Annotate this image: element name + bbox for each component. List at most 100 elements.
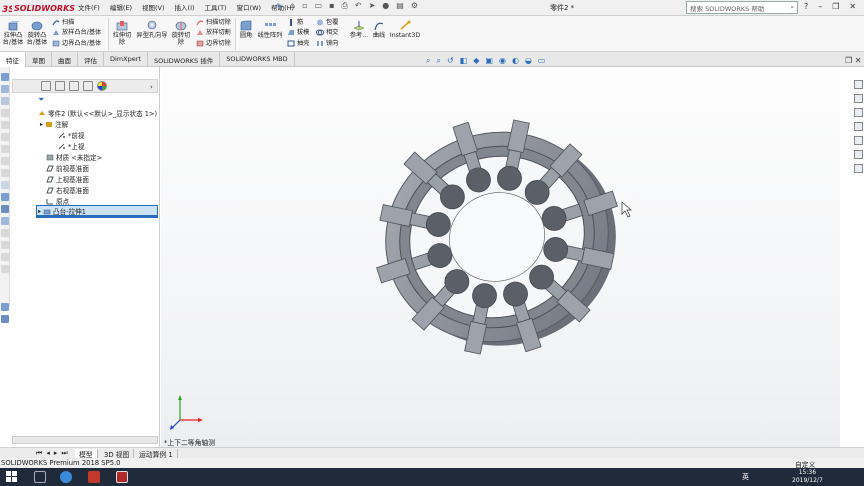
expand-arrow-icon[interactable]: ▸ [40, 121, 43, 128]
save-icon[interactable]: ▪ [329, 1, 334, 11]
scenes-icon[interactable]: ◒ [525, 56, 532, 66]
solidworks-taskbar-icon[interactable] [116, 471, 128, 483]
tab-addins[interactable]: SOLIDWORKS 插件 [148, 52, 221, 67]
menu-edit[interactable]: 编辑(E) [110, 2, 132, 12]
reference-geometry-button[interactable]: 参考... [347, 20, 371, 39]
zoom-to-fit-icon[interactable]: ⌕ [426, 56, 430, 66]
boundary-boss-button[interactable]: 边界凸台/基体 [52, 39, 101, 48]
tree-material[interactable]: 材质 <未指定> [46, 152, 102, 162]
menu-tools[interactable]: 工具(T) [205, 2, 227, 12]
dome-icon[interactable] [1, 241, 9, 249]
browser-icon[interactable] [60, 471, 72, 483]
revolve-boss-button[interactable]: 旋转凸 台/基体 [25, 20, 49, 46]
shell-button[interactable]: 抽壳 [287, 39, 309, 48]
restore-icon[interactable]: ❐ [832, 2, 839, 11]
input-language[interactable]: 英 [742, 472, 749, 482]
system-clock[interactable]: 15:36 2019/12/7 [792, 469, 823, 485]
curves-button[interactable]: 曲线 [371, 20, 387, 39]
options-gear-icon[interactable]: ⚙ [411, 1, 418, 11]
menu-file[interactable]: 文件(F) [78, 2, 100, 12]
help-search-input[interactable]: 搜索 SOLIDWORKS 帮助 ⌕ [686, 1, 798, 14]
mirror-icon[interactable] [1, 253, 9, 261]
rib-icon[interactable] [1, 193, 9, 201]
feature-tree-scrollbar[interactable] [12, 436, 158, 444]
design-library-icon[interactable] [854, 94, 863, 103]
wrap-icon[interactable] [1, 229, 9, 237]
zoom-area-icon[interactable]: ⌕ [436, 56, 440, 66]
open-icon[interactable]: ▭ [315, 1, 323, 11]
search-icon[interactable]: ⌕ [790, 3, 794, 12]
loft-boss-button[interactable]: 放样凸台/基体 [52, 28, 101, 37]
tab-mbd[interactable]: SOLIDWORKS MBD [220, 52, 295, 67]
loft-icon[interactable] [1, 109, 9, 117]
view-palette-icon[interactable] [854, 122, 863, 131]
next-tab-icon[interactable]: ▸ [54, 449, 58, 458]
tree-top-plane[interactable]: 上视基准面 [46, 174, 89, 184]
expand-arrow-icon[interactable]: ▸ [38, 208, 41, 215]
fillet-icon[interactable] [1, 157, 9, 165]
lofted-cut-button[interactable]: 放样切割 [196, 28, 231, 37]
feature-tree-tab-icon[interactable] [41, 81, 51, 91]
boundary-cut-button[interactable]: 边界切除 [196, 39, 231, 48]
dimxpert-manager-tab-icon[interactable] [83, 81, 93, 91]
solidworks-resources-icon[interactable] [854, 80, 863, 89]
view-orientation-icon[interactable]: ◆ [473, 56, 479, 66]
draft-button[interactable]: 拔模 [287, 28, 309, 37]
wrap-button[interactable]: 包覆 [316, 18, 338, 27]
swept-cut-button[interactable]: 扫描切除 [196, 18, 231, 27]
revolve-boss-icon[interactable] [1, 85, 9, 93]
extrude-cut-button[interactable]: 拉伸切 除 [111, 20, 133, 46]
tree-right-plane[interactable]: 右视基准面 [46, 185, 89, 195]
curve-icon[interactable] [1, 315, 9, 323]
section-view-icon[interactable]: ◧ [460, 56, 468, 66]
file-properties-icon[interactable]: ▤ [396, 1, 404, 11]
tab-evaluate[interactable]: 评估 [78, 52, 104, 67]
graphics-area[interactable] [161, 67, 840, 447]
extrude-boss-button[interactable]: 拉伸凸 台/基体 [2, 20, 24, 46]
menu-insert[interactable]: 插入(I) [175, 2, 195, 12]
panel-expand-icon[interactable]: › [150, 83, 153, 91]
tab-sketch[interactable]: 草图 [26, 52, 52, 67]
view-settings-icon[interactable]: ▭ [538, 56, 546, 66]
close-icon[interactable]: ✕ [849, 2, 856, 11]
mirror-button[interactable]: 镜向 [316, 39, 338, 48]
fillet-button[interactable]: 圆角 [237, 20, 255, 39]
property-manager-tab-icon[interactable] [55, 81, 65, 91]
menu-window[interactable]: 窗口(W) [237, 2, 262, 12]
tree-front-plane[interactable]: 前视基准面 [46, 163, 89, 173]
tree-front-note[interactable]: *前视 [58, 130, 84, 140]
home-icon[interactable]: ⌂ [290, 1, 295, 11]
select-arrow-icon[interactable]: ➤ [369, 1, 376, 11]
sweep-icon[interactable] [1, 97, 9, 105]
task-view-icon[interactable] [34, 471, 46, 483]
help-question-icon[interactable]: ? [804, 2, 808, 11]
chamfer-icon[interactable] [1, 169, 9, 177]
hide-show-items-icon[interactable]: ◉ [499, 56, 506, 66]
tab-scroll-arrows[interactable]: ⏮ ◂ ▸ ⏭ [36, 449, 68, 458]
shell-icon[interactable] [1, 205, 9, 213]
previous-view-icon[interactable]: ↺ [447, 56, 454, 66]
custom-properties-icon[interactable] [854, 150, 863, 159]
display-style-icon[interactable]: ▣ [485, 56, 493, 66]
rebuild-icon[interactable]: ● [382, 1, 389, 11]
print-icon[interactable]: ⎙ [341, 1, 347, 11]
draft-icon[interactable] [1, 217, 9, 225]
hole-icon[interactable] [1, 265, 9, 273]
office-app-icon[interactable] [88, 471, 100, 483]
display-manager-tab-icon[interactable] [97, 81, 107, 91]
extrude-cut-icon[interactable] [1, 133, 9, 141]
pin-menu-icon[interactable]: ✎ [276, 2, 283, 11]
rollback-bar[interactable] [36, 216, 158, 218]
last-tab-icon[interactable]: ⏭ [61, 449, 67, 458]
first-tab-icon[interactable]: ⏮ [36, 449, 42, 458]
appearances-icon[interactable] [854, 136, 863, 145]
start-icon[interactable] [6, 471, 18, 483]
file-explorer-icon[interactable] [854, 108, 863, 117]
hole-wizard-button[interactable]: 异型孔向导 [134, 20, 170, 39]
boundary-icon[interactable] [1, 121, 9, 129]
undo-icon[interactable]: ↶ [355, 1, 362, 11]
linear-pattern-button[interactable]: 线性阵列 [256, 20, 284, 39]
extrude-boss-icon[interactable] [1, 73, 9, 81]
revolve-cut-icon[interactable] [1, 145, 9, 153]
filter-icon[interactable]: ⏷ [38, 95, 44, 105]
